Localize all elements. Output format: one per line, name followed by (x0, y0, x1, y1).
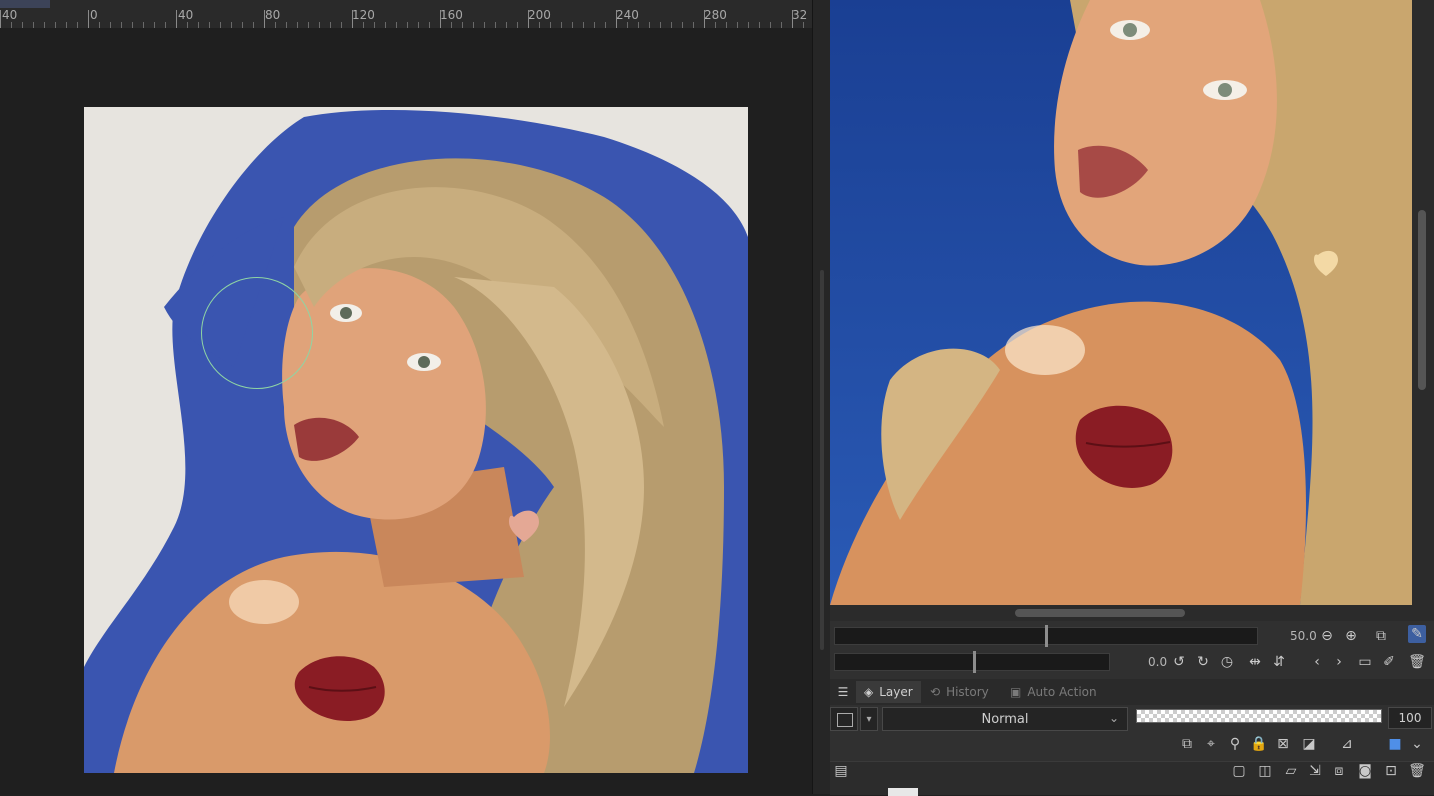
new-folder-icon[interactable]: ▱ (1282, 762, 1300, 780)
ruler-label: 160 (440, 8, 463, 22)
layer-color-icon[interactable]: ■ (1386, 735, 1404, 753)
flip-horizontal-icon[interactable]: ⇹ (1246, 653, 1264, 671)
ruler-label: 32 (792, 8, 808, 22)
new-raster-layer-icon[interactable]: ▢ (1230, 762, 1248, 780)
blend-mode-select[interactable]: Normal ⌄ (882, 707, 1128, 731)
tab-label: History (946, 685, 989, 699)
ruler-major-tick (616, 10, 617, 28)
ruler-major-tick (176, 10, 177, 28)
layer-color-swatch[interactable] (830, 707, 858, 731)
lock-icon[interactable]: 🔒 (1250, 735, 1268, 753)
fit-view-icon[interactable]: ⧉ (1372, 627, 1390, 645)
painting-canvas[interactable] (84, 107, 748, 773)
tab-history[interactable]: ⟲ History (922, 681, 997, 703)
opacity-value[interactable]: 100 (1388, 707, 1432, 729)
swatch-inner (837, 713, 853, 727)
open-folder-icon[interactable]: ▭ (1356, 653, 1374, 671)
chevron-down-icon: ⌄ (1108, 711, 1119, 725)
ruler-label: 120 (352, 8, 375, 22)
reference-layer-icon[interactable]: ⚲ (1226, 735, 1244, 753)
flip-vertical-icon[interactable]: ⇵ (1270, 653, 1288, 671)
chevron-down-icon[interactable]: ⌄ (1408, 735, 1426, 753)
rotate-right-icon[interactable]: ↻ (1194, 653, 1212, 671)
mask-icon[interactable]: ◪ (1300, 735, 1318, 753)
blend-mode-value: Normal (981, 711, 1029, 727)
divider-handle[interactable] (820, 270, 824, 650)
horizontal-ruler: 40 0 40 80 120 160 200 240 280 32 (0, 0, 812, 29)
copy-layer-icon[interactable]: ⧉ (1178, 735, 1196, 753)
merge-down-icon[interactable]: ⧈ (1330, 762, 1348, 780)
edit-icon[interactable]: ✐ (1380, 653, 1398, 671)
transfer-down-icon[interactable]: ⇲ (1306, 762, 1324, 780)
zoom-slider-knob[interactable] (1045, 625, 1048, 647)
ruler-major-tick (352, 10, 353, 28)
scrollbar-thumb[interactable] (1015, 609, 1185, 617)
ruler-corner-tab[interactable] (0, 0, 50, 8)
reference-horizontal-scrollbar[interactable] (830, 605, 1434, 621)
ruler-major-tick (792, 10, 793, 28)
opacity-slider[interactable] (1136, 709, 1382, 723)
ruler-label: 80 (265, 8, 281, 22)
tab-label: Auto Action (1027, 685, 1097, 699)
painting-artwork (84, 109, 748, 773)
tab-layer[interactable]: ◈ Layer (856, 681, 921, 703)
ruler-label: 40 (2, 8, 18, 22)
auto-action-icon: ▣ (1010, 685, 1022, 699)
tool-panel: 50.0 ⊖ ⊕ ⧉ ✎ 0.0 ↺ ↻ ◷ ⇹ ⇵ ‹ › ▭ ✐ 🗑 ☰ ◈… (830, 621, 1434, 796)
layer-panel-menu-icon[interactable]: ▤ (832, 762, 850, 780)
ruler-label: 40 (178, 8, 194, 22)
ruler-major-tick (88, 10, 89, 28)
new-vector-layer-icon[interactable]: ◫ (1256, 762, 1274, 780)
reference-photo (830, 0, 1420, 605)
previous-icon[interactable]: ‹ (1308, 653, 1326, 671)
rotation-slider[interactable] (834, 651, 1110, 673)
zoom-slider[interactable] (834, 625, 1258, 647)
brush-cursor-circle (201, 277, 313, 389)
zoom-in-icon[interactable]: ⊕ (1342, 627, 1360, 645)
ruler-icon[interactable]: ⊿ (1338, 735, 1356, 753)
layer-thumbnail[interactable] (888, 788, 918, 796)
next-icon[interactable]: › (1330, 653, 1348, 671)
delete-layer-icon[interactable]: 🗑 (1408, 762, 1426, 780)
ruler-major-tick (440, 10, 441, 28)
layer-list[interactable]: ▤ ▢ ◫ ▱ ⇲ ⧈ ◙ ⊡ 🗑 (830, 761, 1434, 796)
trash-icon[interactable]: 🗑 (1408, 653, 1426, 671)
ruler-major-tick (704, 10, 705, 28)
ruler-label: 0 (90, 8, 98, 22)
rotation-slider-knob[interactable] (973, 651, 976, 673)
ruler-label: 280 (704, 8, 727, 22)
layers-icon: ◈ (864, 685, 874, 699)
eyedropper-icon[interactable]: ✎ (1408, 625, 1426, 643)
panel-tabs: ☰ ◈ Layer ⟲ History ▣ Auto Action (830, 679, 1434, 705)
panel-divider[interactable] (812, 0, 831, 794)
reference-vertical-scrollbar[interactable] (1412, 0, 1434, 605)
ruler-major-tick (264, 10, 265, 28)
ruler-major-tick (0, 10, 1, 28)
zoom-out-icon[interactable]: ⊖ (1318, 627, 1336, 645)
swatch-dropdown[interactable]: ▾ (860, 707, 878, 731)
history-icon: ⟲ (930, 685, 941, 699)
menu-icon[interactable]: ☰ (834, 683, 852, 701)
zoom-value: 50.0 (1290, 629, 1317, 643)
rotation-value: 0.0 (1148, 655, 1168, 669)
ruler-major-tick (528, 10, 529, 28)
rotate-left-icon[interactable]: ↺ (1170, 653, 1188, 671)
clip-layer-icon[interactable]: ⌖ (1202, 735, 1220, 753)
tab-label: Layer (879, 685, 913, 699)
tab-auto-action[interactable]: ▣ Auto Action (1002, 681, 1105, 703)
apply-mask-icon[interactable]: ⊡ (1382, 762, 1400, 780)
ruler-label: 200 (528, 8, 551, 22)
lock-transparency-icon[interactable]: ⊠ (1274, 735, 1292, 753)
scrollbar-thumb[interactable] (1418, 210, 1426, 390)
layer-mask-icon[interactable]: ◙ (1356, 762, 1374, 780)
reference-image-viewer[interactable] (830, 0, 1420, 605)
ruler-label: 240 (616, 8, 639, 22)
reset-rotation-icon[interactable]: ◷ (1218, 653, 1236, 671)
